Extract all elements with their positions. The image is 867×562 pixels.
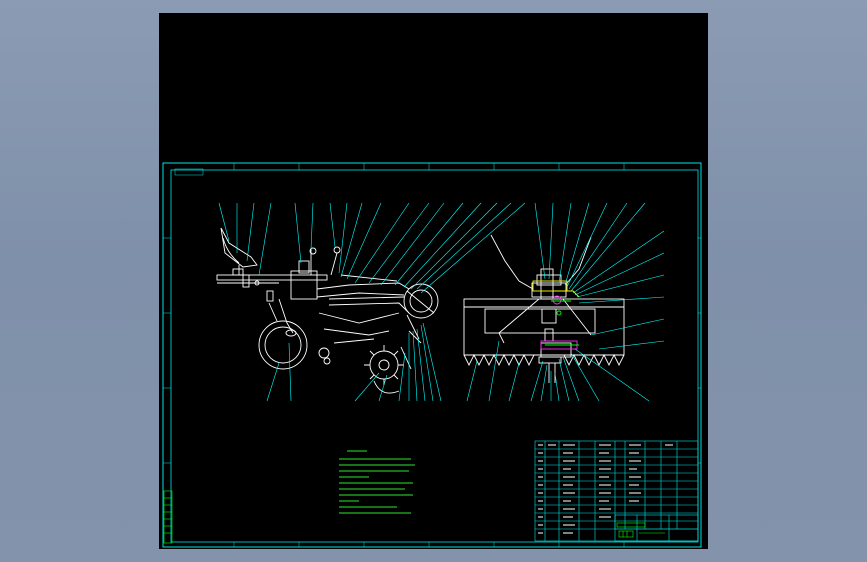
technical-requirements — [337, 445, 429, 447]
parts-list-table — [534, 440, 699, 542]
title-block-green — [616, 522, 665, 538]
cad-viewport[interactable] — [159, 13, 708, 549]
side-view-machine — [216, 227, 439, 394]
sheet-inner-border — [170, 169, 699, 543]
cad-drawing — [162, 162, 702, 548]
front-view-machine — [463, 234, 625, 383]
